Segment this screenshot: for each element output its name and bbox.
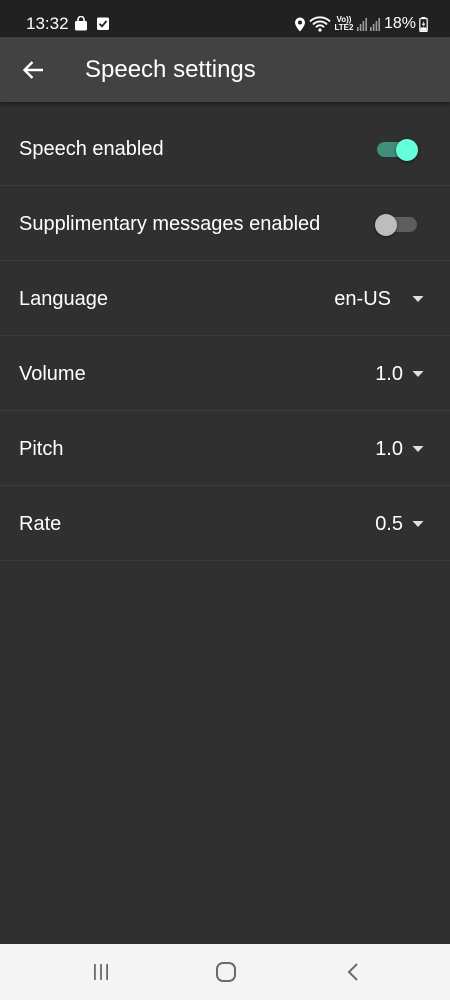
language-dropdown[interactable]: en-US	[334, 287, 424, 311]
checkbox-notification-icon	[97, 17, 110, 30]
back-nav-button[interactable]	[339, 958, 367, 986]
arrow-back-icon	[22, 61, 43, 79]
dropdown-arrow-icon	[412, 521, 424, 527]
location-icon	[294, 17, 305, 31]
setting-label: Language	[19, 288, 108, 310]
pitch-dropdown[interactable]: 1.0	[375, 437, 424, 461]
battery-charging-icon	[419, 16, 428, 32]
supplimentary-messages-switch[interactable]	[375, 214, 417, 236]
dropdown-arrow-icon	[412, 371, 424, 377]
back-nav-icon	[347, 963, 358, 981]
setting-row-rate[interactable]: Rate 0.5	[0, 486, 450, 561]
battery-percent: 18%	[383, 15, 416, 32]
setting-label: Pitch	[19, 438, 64, 460]
wifi-icon	[309, 16, 331, 32]
setting-row-language[interactable]: Language en-US	[0, 261, 450, 336]
speech-settings-screen: 13:32 Vo)) LTE2 18% Speech settings Spee…	[0, 0, 450, 1000]
setting-row-speech-enabled[interactable]: Speech enabled	[0, 111, 450, 186]
status-bar: 13:32 Vo)) LTE2 18%	[0, 0, 450, 37]
system-navigation-bar	[0, 944, 450, 1000]
setting-label: Rate	[19, 513, 62, 535]
switch-thumb	[375, 214, 397, 236]
dropdown-arrow-icon	[412, 446, 424, 452]
status-system-icons: Vo)) LTE2 18%	[291, 14, 428, 34]
status-notification-icons	[74, 16, 114, 32]
recent-apps-button[interactable]	[87, 958, 115, 986]
rate-dropdown[interactable]: 0.5	[375, 512, 424, 536]
setting-label: Speech enabled	[19, 138, 164, 160]
back-button[interactable]	[14, 51, 52, 89]
home-button[interactable]	[212, 958, 240, 986]
setting-row-supplimentary-messages[interactable]: Supplimentary messages enabled	[0, 186, 450, 261]
volume-dropdown[interactable]: 1.0	[375, 362, 424, 386]
recent-apps-icon	[94, 964, 108, 980]
home-icon	[216, 962, 236, 982]
dropdown-value: 1.0	[375, 438, 403, 460]
dropdown-value: 1.0	[375, 363, 403, 385]
page-title: Speech settings	[85, 56, 256, 83]
network-type-label: Vo)) LTE2	[334, 15, 354, 32]
setting-row-pitch[interactable]: Pitch 1.0	[0, 411, 450, 486]
app-bar: Speech settings	[0, 37, 450, 102]
switch-thumb	[396, 139, 418, 161]
settings-list: Speech enabled Supplimentary messages en…	[0, 111, 450, 561]
speech-enabled-switch[interactable]	[377, 139, 418, 161]
dropdown-value: 0.5	[375, 513, 403, 535]
shopping-bag-icon	[75, 16, 87, 31]
status-time: 13:32	[26, 14, 69, 33]
signal-strength-icon-2	[369, 18, 380, 31]
setting-row-volume[interactable]: Volume 1.0	[0, 336, 450, 411]
dropdown-arrow-icon	[412, 296, 424, 302]
signal-strength-icon	[356, 18, 367, 31]
setting-label: Volume	[19, 363, 86, 385]
dropdown-value: en-US	[334, 288, 391, 310]
setting-label: Supplimentary messages enabled	[19, 213, 321, 235]
